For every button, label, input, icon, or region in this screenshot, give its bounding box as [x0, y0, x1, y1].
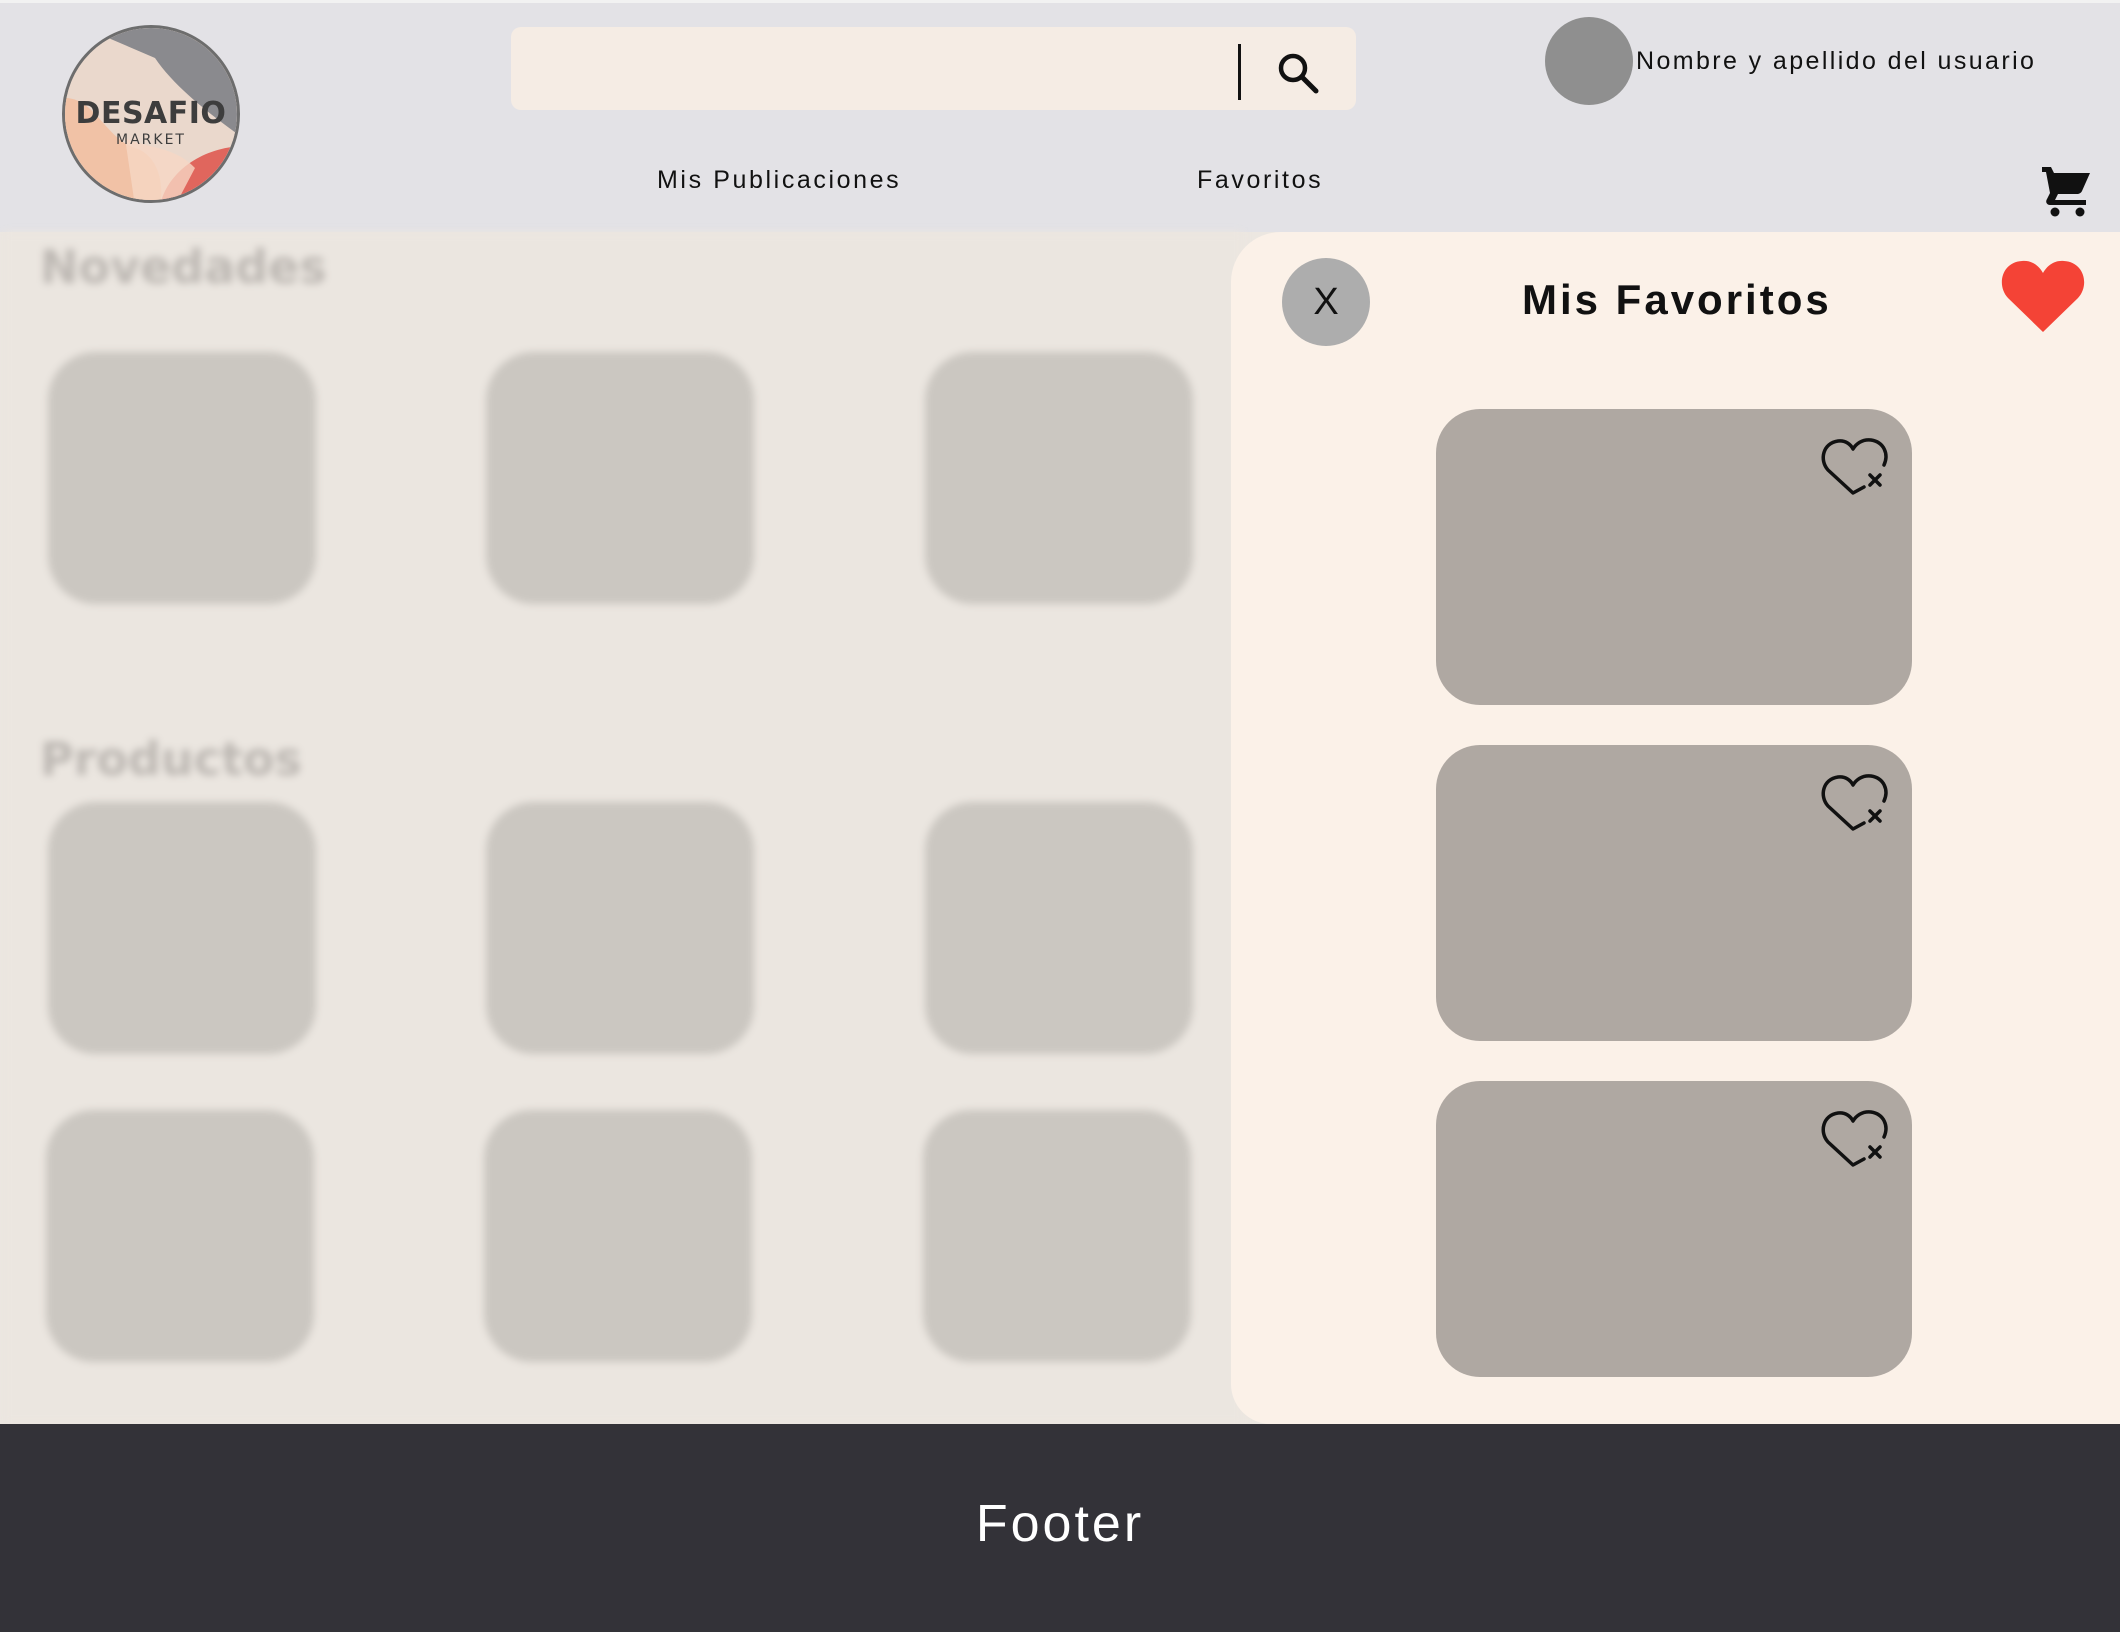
- favorites-title: Mis Favoritos: [1522, 276, 1832, 323]
- favorite-card[interactable]: [1436, 409, 1912, 705]
- favorites-panel: X Mis Favoritos: [1231, 232, 2120, 1424]
- product-tile: [486, 802, 754, 1054]
- product-tile: [486, 352, 754, 604]
- nav-mis-publicaciones[interactable]: Mis Publicaciones: [657, 166, 901, 195]
- product-tile: [48, 352, 316, 604]
- product-tile: [48, 802, 316, 1054]
- section-title-novedades: Novedades: [40, 240, 327, 294]
- search-input[interactable]: [511, 27, 1356, 110]
- section-title-productos: Productos: [40, 732, 302, 786]
- product-tile: [925, 802, 1193, 1054]
- product-tile: [46, 1110, 314, 1362]
- heart-remove-icon[interactable]: [1820, 771, 1890, 833]
- logo-subtitle: MARKET: [116, 132, 186, 148]
- heart-icon: [2001, 260, 2085, 332]
- avatar[interactable]: [1545, 17, 1633, 105]
- logo-title: DESAFIO: [75, 96, 227, 131]
- favorite-card[interactable]: [1436, 745, 1912, 1041]
- main-content-blurred: Novedades Productos: [3, 232, 1243, 1424]
- favorite-card[interactable]: [1436, 1081, 1912, 1377]
- header: DESAFIO MARKET Nombre y apellido del usu…: [0, 0, 2120, 232]
- cart-icon[interactable]: [2040, 163, 2094, 217]
- nav-favoritos[interactable]: Favoritos: [1197, 166, 1323, 195]
- footer: Footer: [0, 1424, 2120, 1632]
- product-tile: [925, 352, 1193, 604]
- user-name[interactable]: Nombre y apellido del usuario: [1636, 47, 2036, 76]
- close-button[interactable]: X: [1282, 258, 1370, 346]
- product-tile: [484, 1110, 752, 1362]
- footer-label: Footer: [975, 1495, 1145, 1553]
- search-icon[interactable]: [1274, 49, 1322, 97]
- text-caret: [1238, 44, 1241, 100]
- logo[interactable]: DESAFIO MARKET: [62, 25, 240, 203]
- product-tile: [923, 1110, 1191, 1362]
- heart-remove-icon[interactable]: [1820, 1107, 1890, 1169]
- heart-remove-icon[interactable]: [1820, 435, 1890, 497]
